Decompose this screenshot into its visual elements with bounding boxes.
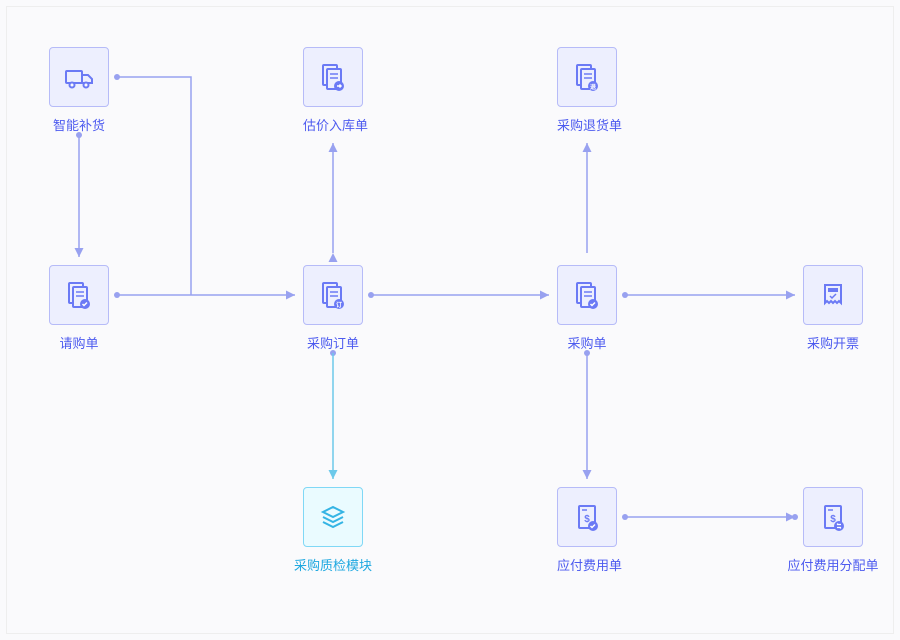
doc-order-icon: 订 xyxy=(317,279,349,311)
node-box: 退 xyxy=(557,47,617,107)
node-purchase-order[interactable]: 订 采购订单 xyxy=(303,265,363,352)
node-label: 智能补货 xyxy=(49,115,109,134)
node-purchase-return[interactable]: 退 采购退货单 xyxy=(557,47,617,134)
layers-icon xyxy=(317,501,349,533)
doc-arrow-icon xyxy=(317,61,349,93)
node-box xyxy=(557,265,617,325)
node-valuation-inbound[interactable]: 估价入库单 xyxy=(303,47,363,134)
node-box xyxy=(49,265,109,325)
node-label: 请购单 xyxy=(49,333,109,352)
node-label: 采购单 xyxy=(557,333,617,352)
node-purchase-qc[interactable]: 采购质检模块 xyxy=(303,487,363,574)
node-box: $ xyxy=(803,487,863,547)
node-label: 采购订单 xyxy=(303,333,363,352)
node-payable-fee[interactable]: $ 应付费用单 xyxy=(557,487,617,574)
node-box: 订 xyxy=(303,265,363,325)
truck-icon xyxy=(63,61,95,93)
node-label: 采购退货单 xyxy=(557,115,617,134)
svg-text:退: 退 xyxy=(590,83,596,91)
doc-check-icon xyxy=(571,279,603,311)
node-box xyxy=(303,487,363,547)
receipt-icon xyxy=(817,279,849,311)
node-purchase-request[interactable]: 请购单 xyxy=(49,265,109,352)
svg-text:订: 订 xyxy=(336,301,342,309)
node-purchase-invoice[interactable]: 采购开票 xyxy=(803,265,863,352)
node-label: 采购开票 xyxy=(803,333,863,352)
node-box xyxy=(49,47,109,107)
doc-money-icon: $ xyxy=(571,501,603,533)
node-label: 采购质检模块 xyxy=(273,555,393,574)
node-label: 应付费用分配单 xyxy=(773,555,893,574)
diagram-container: 智能补货 请购单 估价入库单 订 采购订单 采购质检模块 退 采购退货单 xyxy=(6,6,894,634)
node-box xyxy=(303,47,363,107)
node-purchase-bill[interactable]: 采购单 xyxy=(557,265,617,352)
node-smart-replenish[interactable]: 智能补货 xyxy=(49,47,109,134)
node-box xyxy=(803,265,863,325)
node-payable-allocation[interactable]: $ 应付费用分配单 xyxy=(803,487,863,574)
node-label: 估价入库单 xyxy=(303,115,363,134)
connector-layer xyxy=(7,7,895,635)
doc-check-icon xyxy=(63,279,95,311)
node-box: $ xyxy=(557,487,617,547)
doc-return-icon: 退 xyxy=(571,61,603,93)
doc-swap-icon: $ xyxy=(817,501,849,533)
node-label: 应付费用单 xyxy=(557,555,617,574)
